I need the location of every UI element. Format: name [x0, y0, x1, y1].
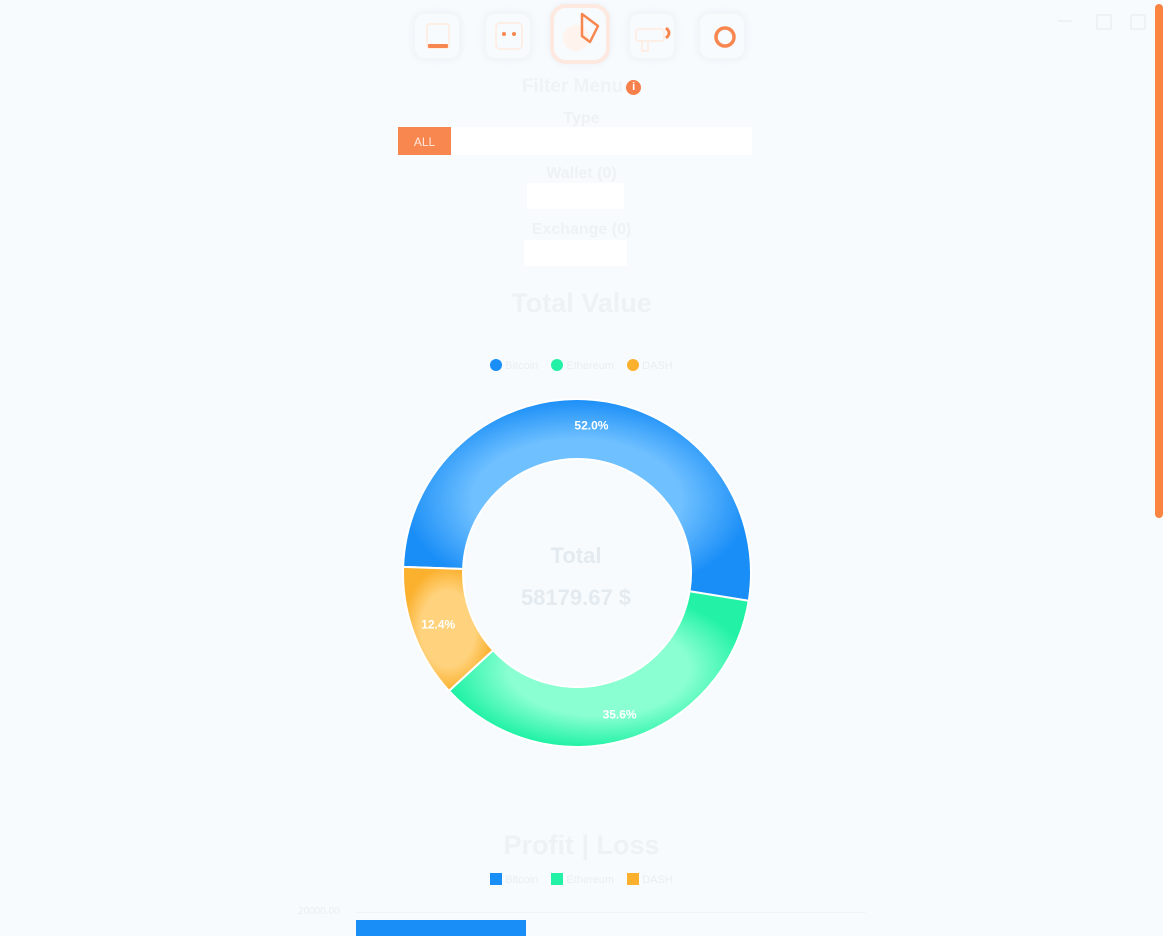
donut-center-value: 58179.67 $ [520, 585, 632, 610]
bar-y-tick: 20000.00 [298, 906, 340, 917]
bar-legend-swatch-dash [627, 873, 640, 885]
bar-legend-item-ethereum[interactable]: Ethereum [551, 873, 614, 886]
donut-chart: 52.0% 35.6% 12.4% [402, 398, 752, 748]
donut-label-ethereum: 35.6% [603, 708, 637, 722]
bar-gridline [356, 912, 866, 913]
bar-legend: Bitcoin Ethereum DASH [0, 873, 1163, 886]
bar-legend-swatch-ethereum [551, 873, 564, 885]
bar-legend-item-dash[interactable]: DASH [627, 873, 673, 886]
donut-slice-ethereum[interactable] [447, 590, 750, 748]
bar-legend-label-bitcoin: Bitcoin [505, 874, 539, 886]
bar-bitcoin[interactable] [356, 920, 526, 936]
donut-label-dash: 12.4% [421, 617, 455, 631]
bar-legend-item-bitcoin[interactable]: Bitcoin [490, 873, 538, 886]
bar-legend-label-ethereum: Ethereum [566, 874, 615, 886]
bar-legend-swatch-bitcoin [490, 873, 503, 885]
bar-legend-label-dash: DASH [642, 874, 673, 886]
profit-loss-title: Profit | Loss [503, 830, 660, 860]
donut-center-label: Total [550, 543, 602, 568]
donut-label-bitcoin: 52.0% [574, 419, 608, 433]
